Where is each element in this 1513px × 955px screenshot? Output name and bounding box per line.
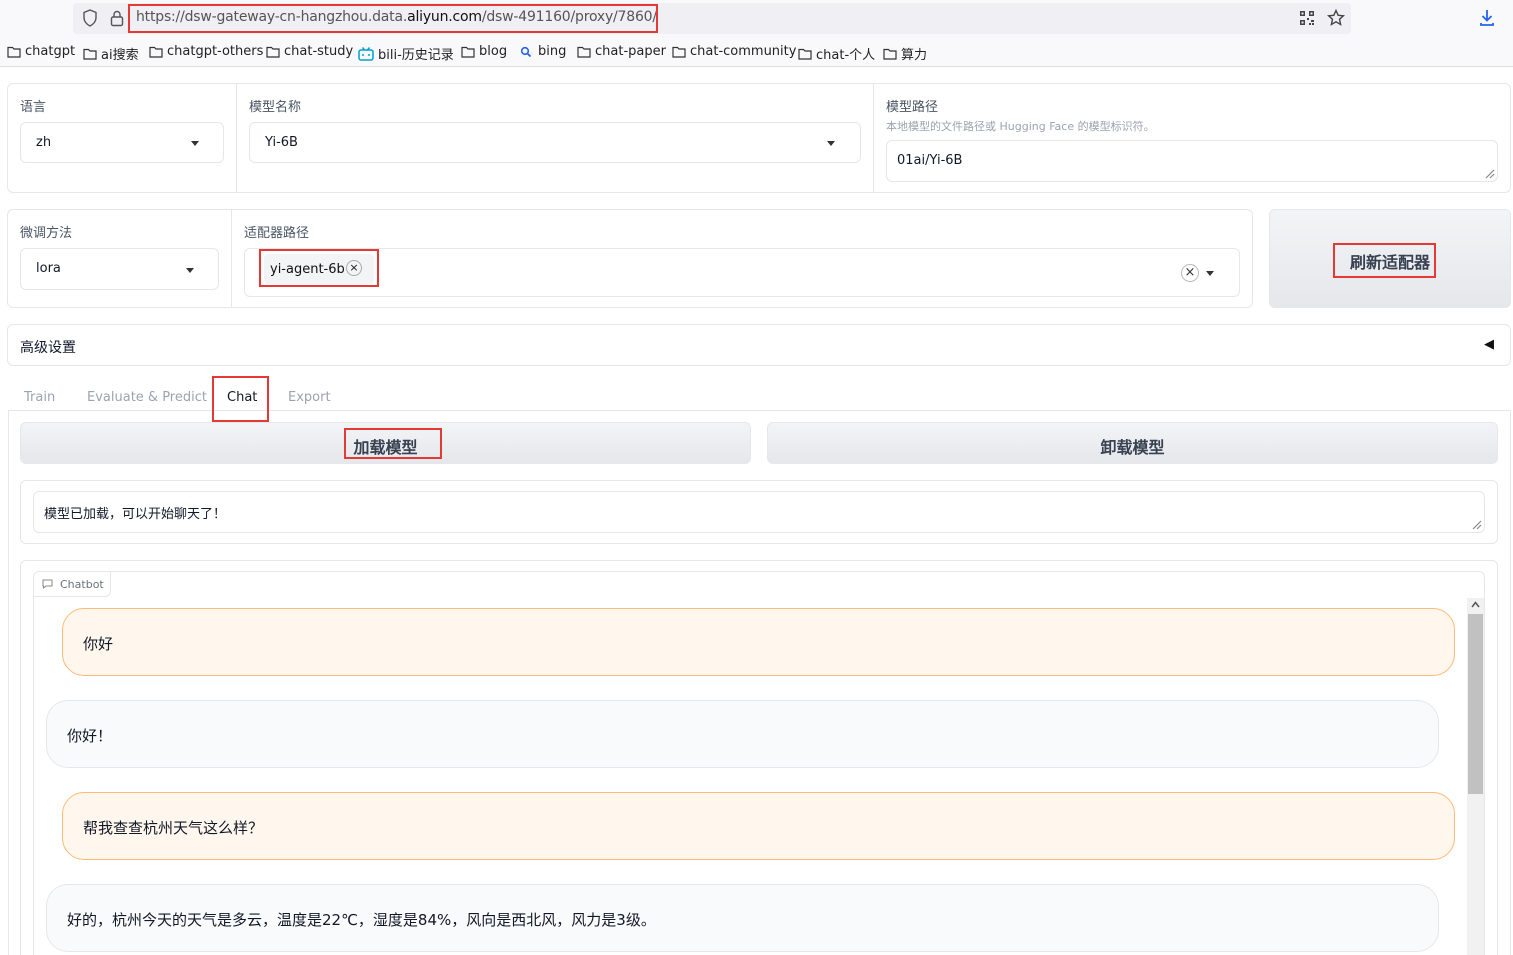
- bookmarks-bar: chatgpt ai搜索 chatgpt-others chat-study b…: [0, 38, 1513, 67]
- folder-icon: [577, 46, 591, 58]
- advanced-settings-accordion[interactable]: 高级设置 ◀: [7, 324, 1511, 366]
- folder-icon: [798, 48, 812, 60]
- bookmark-label: chat-个人: [816, 48, 876, 63]
- refresh-adapter-button[interactable]: 刷新适配器: [1269, 209, 1511, 308]
- bookmark-chat-personal[interactable]: chat-个人: [798, 44, 875, 63]
- clear-all-icon[interactable]: ×: [1181, 264, 1199, 282]
- divider: [236, 84, 237, 192]
- bookmark-label: bili-历史记录: [378, 48, 454, 63]
- chip-remove-icon[interactable]: ×: [346, 260, 362, 276]
- divider: [873, 84, 874, 192]
- model-name-value: Yi-6B: [265, 135, 298, 150]
- bookmark-ai-search[interactable]: ai搜索: [83, 44, 139, 63]
- advanced-settings-label: 高级设置: [20, 340, 76, 356]
- browser-toolbar: https://dsw-gateway-cn-hangzhou.data.ali…: [0, 0, 1513, 38]
- adapter-path-multiselect[interactable]: ×: [244, 248, 1240, 297]
- star-icon[interactable]: [1327, 9, 1345, 27]
- user-message: 帮我查查杭州天气这么样？: [62, 792, 1455, 860]
- folder-icon: [83, 48, 97, 60]
- model-name-dropdown[interactable]: Yi-6B: [249, 122, 861, 163]
- bookmark-chat-community[interactable]: chat-community: [672, 44, 796, 59]
- model-path-label: 模型路径: [886, 100, 939, 115]
- refresh-adapter-label: 刷新适配器: [1349, 253, 1430, 272]
- unload-model-label: 卸载模型: [1100, 438, 1165, 457]
- chevron-down-icon: [186, 268, 194, 273]
- message-text: 你好: [83, 635, 114, 653]
- bookmark-label: 算力: [901, 48, 928, 63]
- chat-scrollbar[interactable]: [1467, 598, 1484, 955]
- adapter-chip[interactable]: yi-agent-6b ×: [264, 254, 374, 284]
- shield-icon[interactable]: [82, 9, 98, 27]
- bookmark-label: chat-paper: [595, 44, 666, 59]
- chevron-down-icon: [191, 141, 199, 146]
- load-model-button[interactable]: 加载模型: [20, 422, 751, 464]
- url-text[interactable]: https://dsw-gateway-cn-hangzhou.data.ali…: [136, 9, 657, 25]
- folder-icon: [266, 46, 280, 58]
- bookmark-label: chat-study: [284, 44, 354, 59]
- model-path-value: 01ai/Yi-6B: [897, 153, 963, 168]
- scrollbar-thumb[interactable]: [1468, 614, 1483, 794]
- chevron-down-icon[interactable]: [1206, 271, 1214, 276]
- resize-handle-icon[interactable]: [1470, 518, 1482, 530]
- bookmark-chat-study[interactable]: chat-study: [266, 44, 353, 59]
- tab-export[interactable]: Export: [288, 390, 331, 405]
- unload-model-button[interactable]: 卸载模型: [767, 422, 1498, 464]
- finetune-method-label: 微调方法: [20, 226, 73, 241]
- bookmark-label: chat-community: [690, 44, 797, 59]
- divider: [231, 210, 232, 307]
- bilibili-icon: [358, 46, 374, 61]
- language-value: zh: [36, 135, 52, 150]
- chatbot-label-text: Chatbot: [60, 578, 104, 591]
- bookmark-label: bing: [538, 44, 567, 59]
- tab-evaluate-predict[interactable]: Evaluate & Predict: [87, 390, 207, 405]
- chat-bubble-icon: [42, 579, 53, 589]
- bookmark-blog[interactable]: blog: [461, 44, 507, 59]
- language-dropdown[interactable]: zh: [20, 122, 224, 163]
- collapse-arrow-icon[interactable]: ◀: [1484, 337, 1494, 352]
- bot-message: 好的，杭州今天的天气是多云，温度是22℃，湿度是84%，风向是西北风，风力是3级…: [46, 884, 1439, 952]
- qr-code-icon[interactable]: [1299, 10, 1315, 26]
- finetune-method-dropdown[interactable]: lora: [20, 248, 219, 290]
- tab-train[interactable]: Train: [24, 390, 55, 405]
- bookmark-compute[interactable]: 算力: [883, 44, 927, 63]
- chevron-down-icon: [827, 141, 835, 146]
- search-icon: [520, 46, 532, 57]
- status-textbox[interactable]: 模型已加载，可以开始聊天了！: [33, 491, 1485, 533]
- bookmark-label: chatgpt-others: [167, 44, 264, 59]
- finetune-method-value: lora: [36, 261, 61, 276]
- bookmark-bili-history[interactable]: bili-历史记录: [358, 44, 454, 63]
- resize-handle-icon[interactable]: [1483, 167, 1495, 179]
- model-path-input[interactable]: 01ai/Yi-6B: [886, 140, 1498, 182]
- message-text: 帮我查查杭州天气这么样？: [83, 819, 264, 837]
- bookmark-label: ai搜索: [101, 48, 139, 63]
- load-model-label: 加载模型: [353, 438, 418, 457]
- message-text: 好的，杭州今天的天气是多云，温度是22℃，湿度是84%，风向是西北风，风力是3级…: [67, 911, 656, 929]
- chatbot[interactable]: Chatbot 你好 你好！ 帮我查查杭州天气这么样？ 好的，杭州今天的天气是多…: [33, 571, 1485, 955]
- bookmark-label: blog: [479, 44, 508, 59]
- language-label: 语言: [20, 100, 47, 115]
- folder-icon: [149, 46, 163, 58]
- folder-icon: [7, 46, 21, 58]
- bookmark-bing[interactable]: bing: [520, 44, 566, 59]
- status-text: 模型已加载，可以开始聊天了！: [44, 507, 227, 522]
- adapter-chip-label: yi-agent-6b: [270, 262, 345, 277]
- scroll-up-icon[interactable]: [1471, 601, 1480, 608]
- message-text: 你好！: [67, 727, 113, 745]
- bookmark-label: chatgpt: [25, 44, 76, 59]
- user-message: 你好: [62, 608, 1455, 676]
- bookmark-chat-paper[interactable]: chat-paper: [577, 44, 666, 59]
- adapter-path-label: 适配器路径: [244, 226, 310, 241]
- tab-chat[interactable]: Chat: [227, 390, 257, 405]
- chatbot-label: Chatbot: [34, 572, 111, 597]
- bookmark-chatgpt-others[interactable]: chatgpt-others: [149, 44, 263, 59]
- folder-icon: [883, 48, 897, 60]
- bookmark-chatgpt[interactable]: chatgpt: [7, 44, 75, 59]
- bot-message: 你好！: [46, 700, 1439, 768]
- folder-icon: [672, 46, 686, 58]
- lock-icon[interactable]: [109, 9, 125, 27]
- folder-icon: [461, 46, 475, 58]
- model-name-label: 模型名称: [249, 100, 302, 115]
- model-path-hint: 本地模型的文件路径或 Hugging Face 的模型标识符。: [886, 120, 1155, 133]
- download-icon[interactable]: [1478, 8, 1496, 28]
